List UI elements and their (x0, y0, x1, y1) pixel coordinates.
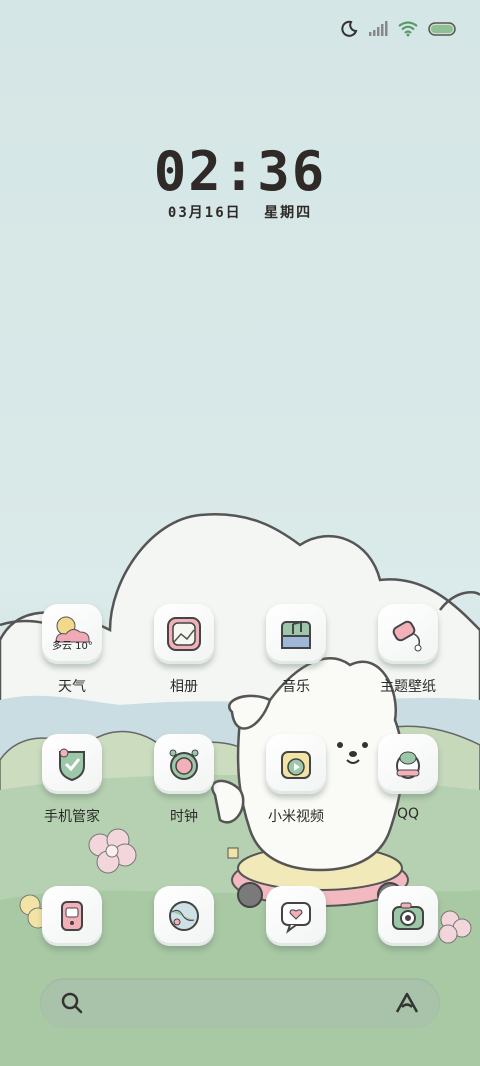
camera-icon (392, 902, 424, 930)
app-label: 手机管家 (44, 809, 100, 825)
battery-icon (428, 22, 456, 36)
app-weather[interactable]: 多云 10° 天气 (22, 604, 122, 696)
clock-date: 03月16日 (167, 205, 242, 221)
dock-phone[interactable] (22, 886, 122, 946)
clock-widget[interactable]: 02:36 03月16日 星期四 (0, 142, 480, 222)
status-bar (340, 20, 456, 38)
security-icon (59, 748, 85, 782)
app-clock[interactable]: 时钟 (134, 734, 234, 826)
app-label: 主题壁纸 (380, 679, 436, 695)
app-label: 音乐 (282, 679, 310, 695)
app-label: 小米视频 (268, 809, 324, 825)
app-themes[interactable]: 主题壁纸 (358, 604, 458, 696)
messages-icon (281, 902, 311, 934)
app-qq[interactable]: QQ (358, 734, 458, 822)
phone-icon (61, 901, 83, 931)
app-video[interactable]: 小米视频 (246, 734, 346, 826)
themes-icon (392, 620, 422, 652)
weather-icon (55, 616, 90, 643)
dock-camera[interactable] (358, 886, 458, 946)
music-icon (281, 620, 311, 649)
app-music[interactable]: 音乐 (246, 604, 346, 696)
clock-date-line: 03月16日 星期四 (0, 202, 480, 222)
video-icon (281, 751, 311, 779)
search-icon[interactable] (60, 991, 84, 1015)
clock-weekday: 星期四 (264, 205, 313, 221)
app-label: 相册 (170, 679, 198, 695)
search-bar[interactable] (40, 978, 440, 1028)
gallery-icon (167, 617, 201, 651)
app-label: 天气 (58, 679, 86, 695)
clock-icon (169, 749, 199, 780)
clock-time: 02:36 (153, 140, 327, 203)
app-label: 时钟 (170, 809, 198, 825)
weather-text: 多云 10° (52, 641, 93, 652)
moon-icon (341, 20, 358, 37)
app-label: QQ (396, 806, 420, 822)
signal-icon (369, 21, 388, 36)
dock-browser[interactable] (134, 886, 234, 946)
wifi-icon (398, 21, 418, 37)
app-security[interactable]: 手机管家 (22, 734, 122, 826)
assistant-icon[interactable] (394, 990, 420, 1016)
dock-messages[interactable] (246, 886, 346, 946)
browser-icon (169, 901, 199, 931)
app-gallery[interactable]: 相册 (134, 604, 234, 696)
qq-icon (396, 751, 420, 779)
